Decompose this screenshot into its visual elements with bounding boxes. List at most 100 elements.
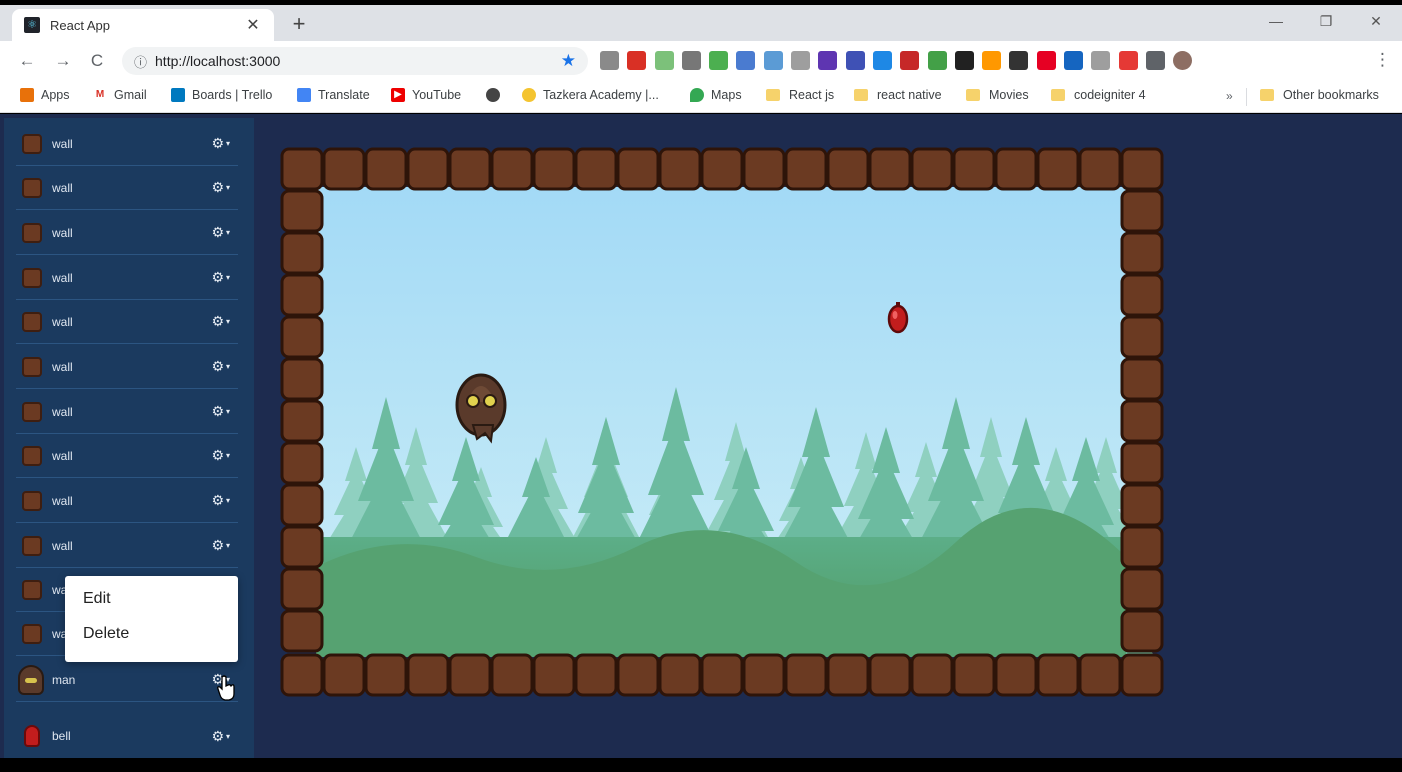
back-button[interactable]: ← (17, 51, 37, 71)
entity-row-wall[interactable]: wall ⚙▾ (16, 256, 238, 300)
wall-block[interactable] (784, 653, 828, 697)
browser-menu-icon[interactable]: ⋮ (1374, 50, 1391, 70)
chevron-down-icon[interactable]: ▾ (226, 362, 238, 371)
dark-circle-extension-icon[interactable] (1009, 51, 1029, 70)
wall-block[interactable] (280, 315, 324, 359)
wall-block[interactable] (1120, 357, 1164, 401)
wall-block[interactable] (1120, 399, 1164, 443)
s-extension-icon[interactable] (900, 51, 920, 70)
bookmark-globe[interactable] (486, 88, 507, 102)
wall-block[interactable] (280, 441, 324, 485)
pinterest-extension-icon[interactable] (1036, 51, 1056, 70)
bookmark-maps[interactable]: Maps (690, 88, 742, 102)
bookmark-folder-codeigniter[interactable]: codeigniter 4 (1051, 88, 1146, 102)
iq-extension-icon[interactable] (872, 51, 892, 70)
wall-block[interactable] (826, 147, 870, 191)
wall-block[interactable] (658, 653, 702, 697)
gear-icon[interactable]: ⚙ (200, 179, 224, 196)
wall-block[interactable] (1120, 567, 1164, 611)
wall-block[interactable] (700, 147, 744, 191)
wall-block[interactable] (616, 653, 660, 697)
wall-block[interactable] (532, 147, 576, 191)
wall-block[interactable] (826, 653, 870, 697)
green-extension-icon[interactable] (654, 51, 674, 70)
wall-block[interactable] (1120, 441, 1164, 485)
camera-extension-icon[interactable] (600, 51, 619, 70)
chevron-down-icon[interactable]: ▾ (226, 732, 238, 741)
wall-block[interactable] (1036, 147, 1080, 191)
entity-row-bell[interactable]: bell ⚙ ▾ (16, 714, 238, 758)
wall-block[interactable] (280, 357, 324, 401)
entity-row-wall[interactable]: wall ⚙▾ (16, 345, 238, 389)
wall-block[interactable] (406, 147, 450, 191)
entity-row-wall[interactable]: wall ⚙▾ (16, 390, 238, 434)
chevron-down-icon[interactable]: ▾ (226, 407, 238, 416)
bookmark-folder-movies[interactable]: Movies (966, 88, 1029, 102)
address-bar[interactable]: ⓘ http://localhost:3000 ★ (122, 47, 588, 75)
gear-icon[interactable]: ⚙ (200, 492, 224, 509)
leaf-extension-icon[interactable] (1091, 51, 1111, 70)
forward-button[interactable]: → (53, 51, 73, 71)
wall-block[interactable] (364, 653, 408, 697)
bookmark-gmail[interactable]: M Gmail (93, 88, 147, 102)
entity-row-wall[interactable]: wall ⚙▾ (16, 122, 238, 166)
browser-tab[interactable]: ⚛ React App ✕ (12, 9, 274, 41)
chevron-down-icon[interactable]: ▾ (226, 541, 238, 550)
bookmark-youtube[interactable]: ▶ YouTube (391, 88, 461, 102)
reload-button[interactable]: C (87, 51, 107, 71)
purple-extension-icon[interactable] (818, 51, 838, 70)
wall-block[interactable] (280, 189, 324, 233)
wall-block[interactable] (1078, 653, 1122, 697)
gray-extension-icon[interactable] (791, 51, 811, 70)
chevron-down-icon[interactable]: ▾ (226, 451, 238, 460)
color-wheel-extension-icon[interactable] (982, 51, 1002, 70)
entity-row-wall[interactable]: wall ⚙▾ (16, 524, 238, 568)
chevron-down-icon[interactable]: ▾ (226, 183, 238, 192)
gear-icon[interactable]: ⚙ (200, 403, 224, 420)
blue-extension-icon[interactable] (763, 51, 783, 70)
wall-block[interactable] (1120, 525, 1164, 569)
delete-menu-item[interactable]: Delete (65, 625, 238, 660)
wall-block[interactable] (868, 147, 912, 191)
profile-avatar-icon[interactable] (1173, 51, 1193, 70)
wall-block[interactable] (280, 483, 324, 527)
wall-block[interactable] (1120, 273, 1164, 317)
wall-block[interactable] (1120, 189, 1164, 233)
wall-block[interactable] (1120, 609, 1164, 653)
wall-block[interactable] (994, 653, 1038, 697)
entity-row-wall[interactable]: wall ⚙▾ (16, 300, 238, 344)
check-extension-icon[interactable] (1064, 51, 1084, 70)
chevron-down-icon[interactable]: ▾ (226, 496, 238, 505)
tab-close-icon[interactable]: ✕ (244, 15, 262, 35)
wall-block[interactable] (280, 567, 324, 611)
wall-block[interactable] (784, 147, 828, 191)
gear-icon[interactable]: ⚙ (200, 728, 224, 745)
wall-block[interactable] (1120, 147, 1164, 191)
wall-block[interactable] (1078, 147, 1122, 191)
wall-block[interactable] (280, 525, 324, 569)
wall-block[interactable] (1120, 315, 1164, 359)
wall-block[interactable] (910, 653, 954, 697)
wall-block[interactable] (490, 653, 534, 697)
wall-block[interactable] (952, 147, 996, 191)
entity-row-wall[interactable]: wall ⚙▾ (16, 479, 238, 523)
gear-icon[interactable]: ⚙ (200, 358, 224, 375)
extensions-puzzle-icon[interactable] (1145, 51, 1165, 70)
edit-menu-item[interactable]: Edit (65, 590, 238, 625)
entity-row-wall[interactable]: wall ⚙▾ (16, 166, 238, 210)
wall-block[interactable] (280, 399, 324, 443)
bookmark-trello[interactable]: Boards | Trello (171, 88, 272, 102)
opera-extension-icon[interactable] (1118, 51, 1138, 70)
calendar-extension-icon[interactable] (845, 51, 865, 70)
wall-block[interactable] (280, 147, 324, 191)
wall-block[interactable] (742, 653, 786, 697)
wall-block[interactable] (280, 273, 324, 317)
bookmark-other[interactable]: Other bookmarks (1260, 88, 1379, 102)
chevron-down-icon[interactable]: ▾ (226, 273, 238, 282)
wall-block[interactable] (1120, 231, 1164, 275)
download-extension-icon[interactable] (709, 51, 729, 70)
entity-row-man[interactable]: man ⚙ ▾ (16, 658, 238, 702)
close-window-button[interactable]: ✕ (1366, 13, 1386, 30)
minimize-button[interactable]: — (1266, 13, 1286, 29)
wall-block[interactable] (448, 147, 492, 191)
